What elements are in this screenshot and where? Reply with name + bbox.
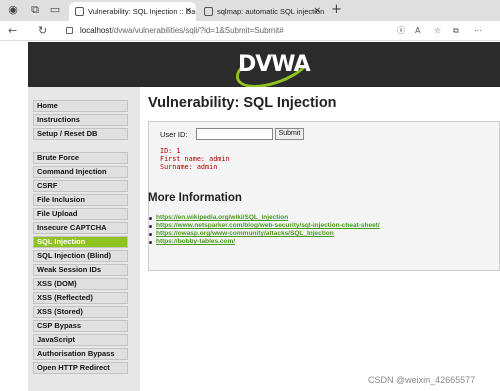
close-tab-icon[interactable]: × — [313, 2, 321, 21]
page-favicon — [75, 7, 84, 16]
result-id: ID: 1 — [160, 147, 181, 155]
menu-item-csrf[interactable]: CSRF — [33, 180, 128, 192]
refresh-icon[interactable]: ↻ — [38, 24, 47, 38]
font-size-icon[interactable]: A — [415, 24, 420, 38]
workspaces-icon[interactable]: ⧉ — [28, 3, 42, 17]
menu-item-xss-reflected[interactable]: XSS (Reflected) — [33, 292, 128, 304]
back-icon[interactable]: ← — [8, 24, 17, 38]
menu-item-file-upload[interactable]: File Upload — [33, 208, 128, 220]
watermark: CSDN @weixin_42665577 — [368, 375, 476, 385]
menu-item-file-inclusion[interactable]: File Inclusion — [33, 194, 128, 206]
menu-item-javascript[interactable]: JavaScript — [33, 334, 128, 346]
reference-link[interactable]: https://bobby-tables.com/ — [156, 238, 235, 245]
list-item: https://bobby-tables.com/ — [149, 238, 380, 246]
url-host: localhost — [80, 26, 112, 35]
submit-button[interactable]: Submit — [275, 128, 304, 140]
menu-item-xss-stored[interactable]: XSS (Stored) — [33, 306, 128, 318]
profile-icon[interactable]: ◉ — [6, 3, 20, 17]
menu-item-weak-session-ids[interactable]: Weak Session IDs — [33, 264, 128, 276]
list-item: https://owasp.org/www-community/attacks/… — [149, 230, 380, 238]
reference-link[interactable]: https://en.wikipedia.org/wiki/SQL_inject… — [156, 214, 288, 221]
collections-icon[interactable]: ⧉ — [453, 24, 459, 38]
list-item: https://www.netsparker.com/blog/web-secu… — [149, 222, 380, 230]
menu-item-setup[interactable]: Setup / Reset DB — [33, 128, 128, 140]
more-icon[interactable]: ⋯ — [474, 24, 482, 38]
new-tab-button[interactable]: + — [331, 2, 342, 18]
tab-dvwa[interactable]: Vulnerability: SQL Injection :: Da × — [69, 2, 196, 21]
main-content: Vulnerability: SQL Injection User ID: Su… — [140, 87, 500, 391]
user-id-label: User ID: — [160, 130, 188, 139]
lock-icon[interactable] — [66, 27, 73, 34]
result-first-name: First name: admin — [160, 155, 230, 163]
favorite-icon[interactable]: ☆ — [434, 24, 441, 38]
more-information-heading: More Information — [148, 192, 242, 204]
dvwa-header: DVWA — [28, 35, 500, 97]
tab-actions-icon[interactable]: ▭ — [48, 3, 62, 17]
menu-item-home[interactable]: Home — [33, 100, 128, 112]
browser-tab-bar: ◉ ⧉ ▭ Vulnerability: SQL Injection :: Da… — [0, 0, 500, 21]
close-tab-icon[interactable]: × — [184, 2, 192, 21]
reference-link[interactable]: https://owasp.org/www-community/attacks/… — [156, 230, 334, 237]
menu-item-command-injection[interactable]: Command Injection — [33, 166, 128, 178]
menu-item-sql-injection-blind[interactable]: SQL Injection (Blind) — [33, 250, 128, 262]
dvwa-logo: DVWA — [238, 52, 311, 77]
menu-item-sql-injection[interactable]: SQL Injection — [33, 236, 128, 248]
list-item: https://en.wikipedia.org/wiki/SQL_inject… — [149, 214, 380, 222]
tab-title: sqlmap: automatic SQL injection — [217, 7, 325, 16]
menu-item-xss-dom[interactable]: XSS (DOM) — [33, 278, 128, 290]
menu-item-open-http-redirect[interactable]: Open HTTP Redirect — [33, 362, 128, 374]
menu-item-brute-force[interactable]: Brute Force — [33, 152, 128, 164]
menu-item-authorisation-bypass[interactable]: Authorisation Bypass — [33, 348, 128, 360]
tab-sqlmap[interactable]: sqlmap: automatic SQL injection × — [198, 2, 325, 21]
tab-title: Vulnerability: SQL Injection :: Da — [88, 7, 196, 16]
url-path: /dvwa/vulnerabilities/sqli/?id=1&Submit=… — [111, 26, 284, 35]
page-title: Vulnerability: SQL Injection — [148, 95, 337, 111]
menu-item-csp-bypass[interactable]: CSP Bypass — [33, 320, 128, 332]
user-id-input[interactable] — [196, 128, 273, 140]
reference-link[interactable]: https://www.netsparker.com/blog/web-secu… — [156, 222, 380, 229]
query-result: ID: 1 First name: admin Surname: admin — [160, 147, 230, 171]
reference-links: https://en.wikipedia.org/wiki/SQL_inject… — [149, 214, 380, 246]
page-favicon — [204, 7, 213, 16]
result-surname: Surname: admin — [160, 163, 218, 171]
reader-icon[interactable]: ⓐ — [397, 24, 405, 38]
address-bar: ← ↻ localhost/dvwa/vulnerabilities/sqli/… — [0, 21, 500, 41]
menu-item-insecure-captcha[interactable]: Insecure CAPTCHA — [33, 222, 128, 234]
menu-item-instructions[interactable]: Instructions — [33, 114, 128, 126]
url-field[interactable]: localhost/dvwa/vulnerabilities/sqli/?id=… — [80, 24, 284, 38]
